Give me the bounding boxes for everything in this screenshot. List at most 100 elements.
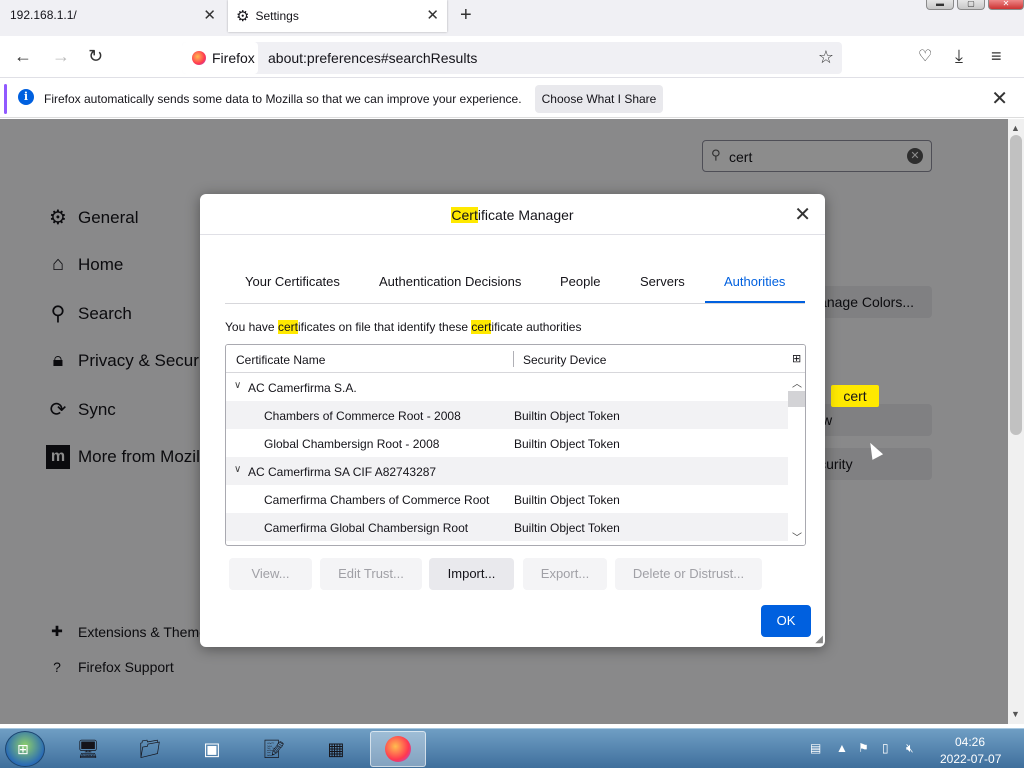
firefox-logo-icon: [192, 51, 206, 65]
notification-text: Firefox automatically sends some data to…: [44, 92, 522, 106]
tab-your-certificates[interactable]: Your Certificates: [245, 274, 340, 289]
certificate-name: Chambers of Commerce Root - 2008: [264, 409, 461, 423]
new-tab-icon[interactable]: +: [460, 4, 472, 27]
language-flag-icon[interactable]: ▤: [810, 741, 821, 755]
clock-time[interactable]: 04:26: [955, 735, 985, 749]
tree-scrollbar[interactable]: ︿ ﹀: [788, 373, 805, 545]
terminal-icon[interactable]: ▣: [184, 731, 240, 767]
identity-label: Firefox: [212, 50, 255, 66]
windows-logo-icon: ⊞: [17, 741, 29, 757]
downloads-icon[interactable]: ⤓: [955, 46, 963, 67]
tree-header: Certificate Name Security Device ⊞: [226, 345, 805, 373]
desc-part: ificates on file that identify these: [297, 320, 472, 334]
volume-muted-icon[interactable]: 🔇︎: [906, 741, 914, 756]
gear-icon: ⚙: [236, 8, 250, 25]
tab-authentication-decisions[interactable]: Authentication Decisions: [379, 274, 521, 289]
tab-servers[interactable]: Servers: [640, 274, 685, 289]
tab-router[interactable]: 192.168.1.1/ ✕: [0, 0, 224, 30]
menu-icon[interactable]: ≡: [991, 46, 1002, 67]
choose-what-i-share-button[interactable]: Choose What I Share: [535, 85, 663, 113]
tree-group-row[interactable]: ∨ AC Camerfirma SA CIF A82743287: [226, 457, 789, 485]
tab-title: Settings: [255, 9, 299, 23]
calculator-icon[interactable]: ▦: [308, 731, 364, 767]
scroll-up-icon[interactable]: ▲: [1011, 123, 1020, 133]
tab-people[interactable]: People: [560, 274, 600, 289]
view-button[interactable]: View...: [229, 558, 312, 590]
tree-row[interactable]: Global Chambersign Root - 2008 Builtin Ob…: [226, 429, 789, 457]
dialog-title: Certificate Manager: [200, 207, 825, 223]
column-security-device[interactable]: Security Device: [523, 353, 606, 367]
maximize-button[interactable]: ▢: [957, 0, 985, 10]
twisty-chevron-icon[interactable]: ∨: [234, 380, 241, 391]
export-button[interactable]: Export...: [523, 558, 607, 590]
tray-arrow-icon[interactable]: ▲: [836, 741, 848, 755]
ok-button[interactable]: OK: [761, 605, 811, 637]
column-separator[interactable]: [513, 351, 514, 367]
certificate-tree[interactable]: Certificate Name Security Device ⊞ ∨ AC C…: [225, 344, 806, 546]
import-button[interactable]: Import...: [429, 558, 514, 590]
close-icon[interactable]: ✕: [794, 202, 811, 227]
tab-settings[interactable]: ⚙ Settings ✕: [228, 0, 447, 32]
search-highlight-popup: cert: [831, 385, 879, 407]
tree-row[interactable]: Chambers of Commerce Root - 2008 Builtin …: [226, 401, 789, 429]
security-device: Builtin Object Token: [514, 437, 620, 451]
firefox-taskbar-icon[interactable]: [370, 731, 426, 767]
tab-strip: 192.168.1.1/ ✕ ⚙ Settings ✕ + ▬ ▢ ✕: [0, 0, 1024, 36]
url-bar[interactable]: Firefox about:preferences#searchResults …: [182, 42, 842, 74]
network-app-icon[interactable]: 🖥︎: [60, 731, 116, 767]
desc-part: ificate authorities: [491, 320, 582, 334]
close-tab-icon[interactable]: ✕: [426, 6, 439, 24]
desc-highlight: cert: [471, 320, 492, 334]
info-icon: i: [18, 89, 34, 105]
edit-trust-button[interactable]: Edit Trust...: [320, 558, 422, 590]
pocket-icon[interactable]: ♡: [918, 46, 932, 66]
navigation-toolbar: ← → ↻ Firefox about:preferences#searchRe…: [0, 36, 1024, 78]
tree-group-row[interactable]: ∨ AC Camerfirma S.A.: [226, 373, 789, 401]
folder-icon[interactable]: 📁︎: [122, 731, 178, 767]
reload-icon[interactable]: ↻: [88, 46, 103, 67]
authorities-description: You have certificates on file that ident…: [225, 320, 581, 334]
certificate-name: Global Chambersign Root - 2008: [264, 437, 440, 451]
back-icon[interactable]: ←: [14, 46, 32, 67]
tree-row[interactable]: Camerfirma Chambers of Commerce Root Buil…: [226, 485, 789, 513]
title-highlight: Cert: [451, 207, 478, 223]
forward-icon[interactable]: →: [52, 46, 70, 67]
url-text[interactable]: about:preferences#searchResults: [268, 50, 477, 66]
scroll-up-icon[interactable]: ︿: [792, 375, 802, 390]
divider: [200, 234, 825, 235]
security-device: Builtin Object Token: [514, 493, 620, 507]
network-icon[interactable]: ▯: [882, 741, 889, 755]
certificate-manager-dialog: Certificate Manager ✕ Your Certificates …: [200, 194, 825, 647]
action-center-icon[interactable]: ⚑: [858, 741, 869, 755]
window-close-button[interactable]: ✕: [988, 0, 1024, 10]
notification-accent: [4, 84, 7, 114]
close-tab-icon[interactable]: ✕: [203, 6, 216, 24]
delete-or-distrust-button[interactable]: Delete or Distrust...: [615, 558, 762, 590]
column-certificate-name[interactable]: Certificate Name: [236, 353, 325, 367]
notification-bar: i Firefox automatically sends some data …: [0, 80, 1024, 118]
scroll-down-icon[interactable]: ﹀: [792, 529, 802, 544]
clock-date[interactable]: 2022-07-07: [940, 752, 1001, 766]
tab-authorities[interactable]: Authorities: [724, 274, 785, 289]
desc-part: You have: [225, 320, 278, 334]
identity-box[interactable]: Firefox: [182, 42, 258, 74]
column-picker-icon[interactable]: ⊞: [792, 352, 801, 365]
resize-grip-icon[interactable]: ◢: [815, 634, 823, 645]
scroll-thumb[interactable]: [1010, 135, 1022, 435]
certificate-name: Camerfirma Global Chambersign Root: [264, 521, 469, 535]
tree-row[interactable]: Camerfirma Global Chambersign Root Builti…: [226, 513, 789, 541]
start-button[interactable]: ⊞: [5, 731, 45, 767]
minimize-button[interactable]: ▬: [926, 0, 954, 10]
page-scrollbar[interactable]: ▲ ▼: [1008, 119, 1024, 724]
twisty-chevron-icon[interactable]: ∨: [234, 464, 241, 475]
certificate-name: AC Camerfirma S.A.: [248, 381, 357, 395]
taskbar: ⊞ 🖥︎ 📁︎ ▣ 📝︎ ▦ ▤ ▲ ⚑ ▯ 🔇︎ 04:26 2022-07-…: [0, 728, 1024, 768]
scroll-down-icon[interactable]: ▼: [1011, 709, 1020, 719]
bookmark-star-icon[interactable]: ☆: [818, 47, 834, 68]
notepad-icon[interactable]: 📝︎: [246, 731, 302, 767]
scroll-thumb[interactable]: [788, 391, 805, 407]
title-rest: ificate Manager: [477, 207, 574, 223]
divider: [225, 303, 805, 304]
security-device: Builtin Object Token: [514, 409, 620, 423]
close-icon[interactable]: ✕: [991, 86, 1008, 111]
